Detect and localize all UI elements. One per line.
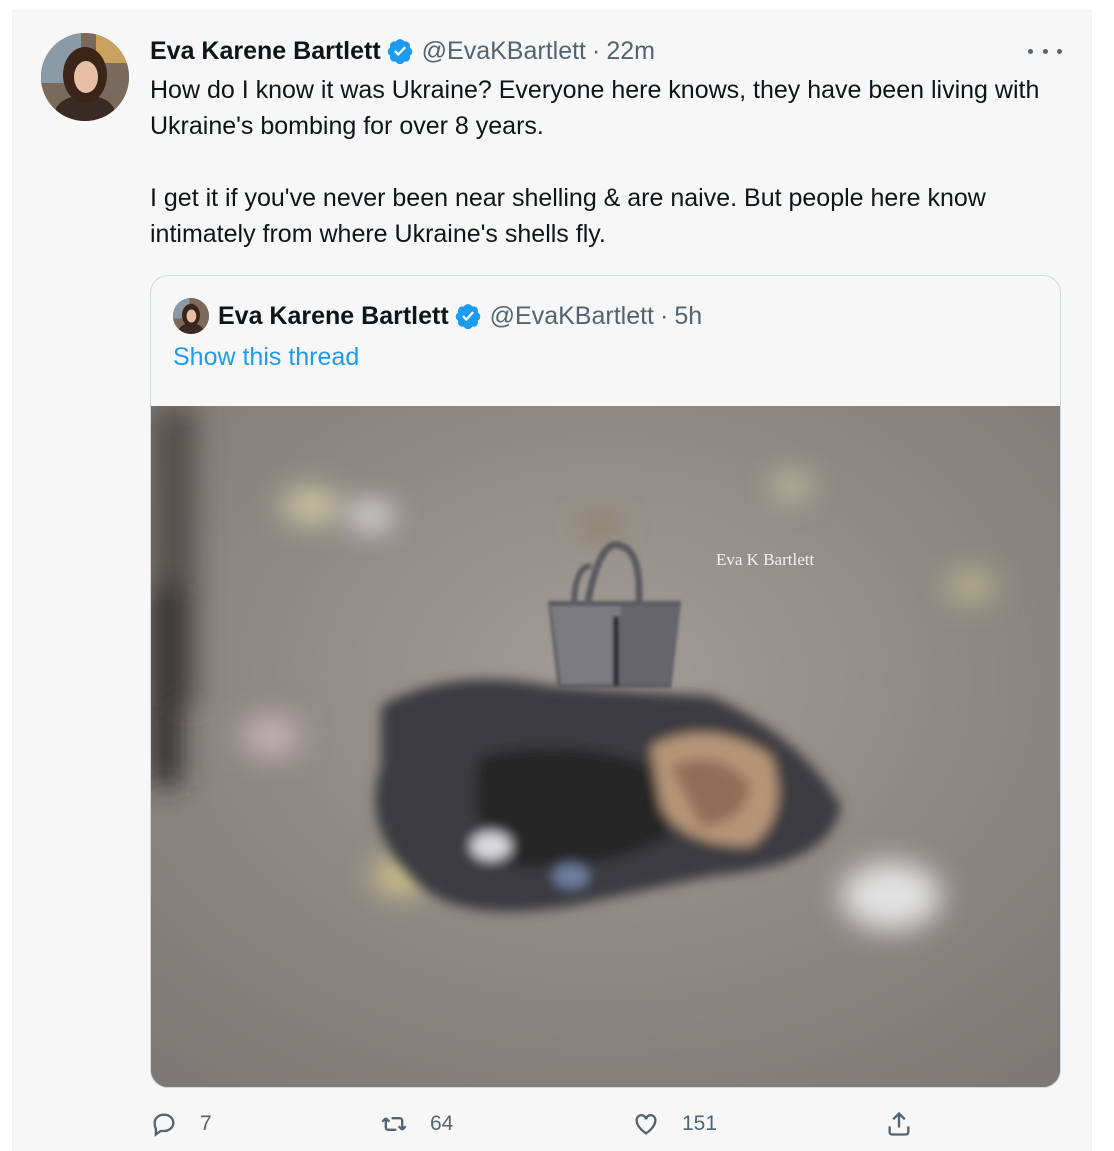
author-avatar[interactable] — [41, 33, 129, 121]
tweet-text: How do I know it was Ukraine? Everyone h… — [150, 76, 1040, 248]
quoted-photo[interactable]: Eva K Bartlett — [151, 406, 1060, 1087]
reply-button[interactable]: 7 — [150, 1110, 212, 1138]
retweet-button[interactable]: 64 — [380, 1110, 453, 1138]
tweet-timestamp[interactable]: 22m — [606, 37, 655, 66]
like-button[interactable]: 151 — [632, 1110, 717, 1138]
author-handle[interactable]: @EvaKBartlett — [422, 37, 586, 66]
like-count: 151 — [682, 1112, 718, 1135]
tweet-header: Eva Karene Bartlett @EvaKBartlett · 22m — [150, 35, 655, 67]
share-icon — [888, 1111, 910, 1136]
separator-dot: · — [660, 301, 669, 330]
verified-icon — [387, 39, 412, 65]
show-thread-link[interactable]: Show this thread — [173, 343, 359, 372]
author-name[interactable]: Eva Karene Bartlett — [150, 37, 381, 66]
quoted-author-handle[interactable]: @EvaKBartlett — [490, 302, 654, 331]
quoted-timestamp[interactable]: 5h — [674, 302, 702, 331]
photo-watermark: Eva K Bartlett — [716, 550, 815, 569]
action-bar: 7 64 151 — [150, 1110, 1030, 1140]
verified-icon — [455, 304, 480, 330]
separator-dot: · — [592, 36, 601, 65]
share-button[interactable] — [885, 1110, 913, 1138]
retweet-count: 64 — [430, 1112, 454, 1135]
reply-icon — [153, 1113, 175, 1137]
reply-count: 7 — [200, 1112, 212, 1135]
quoted-author-name[interactable]: Eva Karene Bartlett — [218, 302, 449, 331]
more-icon[interactable] — [1028, 38, 1062, 64]
quoted-tweet[interactable]: Eva Karene Bartlett @EvaKBartlett · 5h S… — [150, 275, 1061, 1088]
like-icon — [635, 1114, 657, 1135]
quoted-header: Eva Karene Bartlett @EvaKBartlett · 5h — [218, 298, 702, 334]
retweet-icon — [381, 1117, 407, 1131]
quoted-author-avatar[interactable] — [173, 298, 209, 334]
